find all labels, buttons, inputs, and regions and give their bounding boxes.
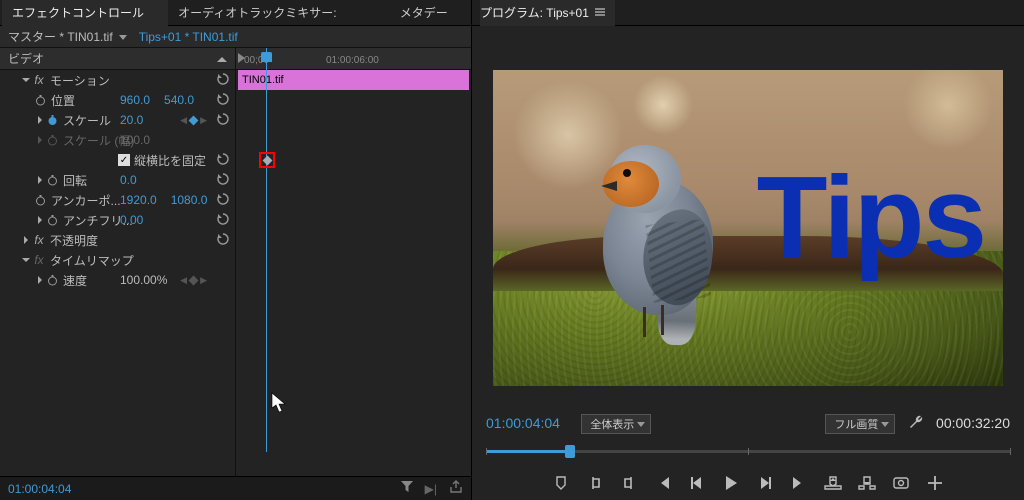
left-tab-bar: エフェクトコントロール オーディオトラックミキサー: Tips+01 メタデータ [0,0,471,26]
effect-timeline[interactable]: 00;00 01:00:06:00 TIN01.tif [235,48,471,476]
go-to-out-button[interactable] [787,472,811,494]
reset-icon[interactable] [217,93,229,108]
tab-program[interactable]: プログラム: Tips+01 [480,0,615,26]
step-back-icon[interactable]: ▶| [425,482,437,496]
scrub-bar[interactable] [486,442,1010,462]
right-tab-bar: プログラム: Tips+01 [472,0,1024,26]
clip-bar[interactable]: TIN01.tif [238,70,469,90]
prop-scale[interactable]: スケール 20.0 ◀▶ [0,110,235,130]
collapse-up-icon [217,56,227,62]
export-frame-button[interactable] [889,472,913,494]
mark-out-button[interactable] [617,472,641,494]
reset-icon[interactable] [217,213,229,228]
video-section-header[interactable]: ビデオ [0,48,235,70]
reset-icon[interactable] [217,173,229,188]
scale-keyframe-highlight[interactable] [259,152,275,168]
tab-audio-mixer[interactable]: オーディオトラックミキサー: Tips+01 [168,0,390,26]
tab-effect-controls[interactable]: エフェクトコントロール [2,0,168,26]
bird-graphic [573,125,743,335]
stopwatch-active-icon[interactable] [46,114,59,127]
effect-controls-panel: エフェクトコントロール オーディオトラックミキサー: Tips+01 メタデータ… [0,0,472,500]
tab-metadata[interactable]: メタデータ [390,0,469,26]
program-monitor-panel: プログラム: Tips+01 Tips 01:00:04:04 全体表示 フル画… [472,0,1024,500]
prop-anchor[interactable]: アンカーポ... 1920.01080.0 [0,190,235,210]
keyframe-nav[interactable]: ◀▶ [180,115,207,126]
current-timecode[interactable]: 01:00:04:04 [486,415,560,431]
property-tree: ビデオ fx モーション 位置 960.0540.0 スケール 20.0 [0,48,235,476]
prop-antiflicker[interactable]: アンチフリ... 0.00 [0,210,235,230]
stopwatch-icon[interactable] [46,214,59,227]
extract-button[interactable] [855,472,879,494]
clip-name-link[interactable]: Tips+01 * TIN01.tif [139,30,238,44]
master-label: マスター * TIN01.tif [8,28,113,45]
export-icon[interactable] [449,481,463,496]
fx-badge-icon: fx [32,73,46,87]
reset-icon[interactable] [217,153,229,168]
filter-icon[interactable] [401,481,413,496]
panel-menu-icon[interactable] [595,0,605,26]
stopwatch-icon[interactable] [46,174,59,187]
step-back-button[interactable] [685,472,709,494]
prop-position[interactable]: 位置 960.0540.0 [0,90,235,110]
keyframe-nav[interactable]: ◀▶ [180,275,207,286]
footer-timecode[interactable]: 01:00:04:04 [8,482,71,496]
step-forward-button[interactable] [753,472,777,494]
stopwatch-icon[interactable] [34,194,47,207]
quality-select[interactable]: フル画質 [825,414,895,434]
stopwatch-icon[interactable] [46,274,59,287]
effect-controls-footer: 01:00:04:04 ▶| [0,476,471,500]
play-button[interactable] [719,472,743,494]
reset-icon[interactable] [217,113,229,128]
transport-controls [472,466,1024,500]
mark-in-button[interactable] [583,472,607,494]
reset-icon[interactable] [217,73,229,88]
stopwatch-icon[interactable] [34,94,47,107]
effect-motion[interactable]: fx モーション [0,70,235,90]
go-to-in-button[interactable] [651,472,675,494]
program-canvas: Tips [493,70,1003,386]
prop-speed[interactable]: 速度 100.00% ◀▶ [0,270,235,290]
add-marker-button[interactable] [549,472,573,494]
prop-scale-width: スケール (幅) 100.0 [0,130,235,150]
zoom-select[interactable]: 全体表示 [581,414,651,434]
checkbox-checked-icon[interactable]: ✓ [118,154,130,166]
prop-lock-aspect[interactable]: ✓ 縦横比を固定 [0,150,235,170]
program-viewer[interactable]: Tips [472,26,1024,410]
title-overlay: Tips [757,150,985,284]
fx-badge-icon: fx [32,253,46,267]
monitor-info-row: 01:00:04:04 全体表示 フル画質 00:00:32:20 [472,410,1024,438]
playhead[interactable] [266,48,267,452]
duration-timecode: 00:00:32:20 [936,415,1010,431]
reset-icon[interactable] [217,233,229,248]
scrub-thumb[interactable] [565,445,575,458]
master-clip-row: マスター * TIN01.tif Tips+01 * TIN01.tif [0,26,471,48]
reset-icon[interactable] [217,193,229,208]
prop-rotation[interactable]: 回転 0.0 [0,170,235,190]
wrench-icon[interactable] [909,417,923,431]
effect-opacity[interactable]: fx 不透明度 [0,230,235,250]
mouse-cursor-icon [272,393,286,416]
button-editor-button[interactable] [923,472,947,494]
master-dropdown-icon[interactable] [119,30,127,44]
lift-button[interactable] [821,472,845,494]
effect-timeremap[interactable]: fx タイムリマップ [0,250,235,270]
fx-badge-icon: fx [32,233,46,247]
